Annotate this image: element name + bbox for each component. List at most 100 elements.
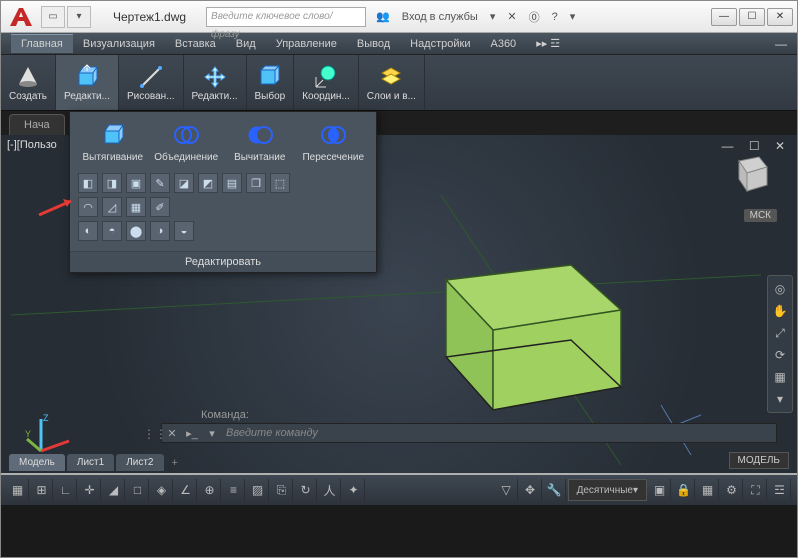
presspull-icon [73, 63, 101, 91]
tab-visualization[interactable]: Визуализация [73, 35, 165, 53]
nav-wheel-icon[interactable]: ◎ [771, 280, 789, 298]
tool-separate[interactable]: ◑ [150, 221, 170, 241]
sb-lwt-icon[interactable]: ≡ [223, 479, 245, 501]
app-logo[interactable] [5, 5, 37, 29]
tool-copy-edge[interactable]: ⬚ [270, 173, 290, 193]
close-button[interactable]: ✕ [767, 8, 793, 26]
qat-dropdown[interactable]: ▾ [67, 6, 91, 28]
cmd-handle-icon[interactable]: ⋮⋮ [143, 427, 167, 441]
sb-otrack-icon[interactable]: ∠ [175, 479, 197, 501]
nav-pan-icon[interactable]: ✋ [771, 302, 789, 320]
panel-edit2[interactable]: Редакти... [184, 55, 247, 110]
tool-color-face[interactable]: ▤ [222, 173, 242, 193]
nav-orbit-icon[interactable]: ⟳ [771, 346, 789, 364]
tab-addins[interactable]: Надстройки [400, 35, 480, 53]
signin-label[interactable]: Вход в службы [398, 9, 482, 25]
layout-tab-2[interactable]: Лист2 [116, 454, 163, 471]
tool-offset-face[interactable]: ✎ [150, 173, 170, 193]
signin-dropdown-icon[interactable]: ▾ [486, 8, 500, 25]
sb-clean-icon[interactable]: ⛶ [745, 479, 767, 501]
sb-gizmo-icon[interactable]: ✥ [520, 479, 542, 501]
panel-edit[interactable]: Редакти... [56, 55, 119, 110]
command-input[interactable]: Введите команду [222, 427, 776, 439]
panel-select[interactable]: Выбор [247, 55, 295, 110]
tool-color-edge[interactable]: ▦ [126, 197, 146, 217]
sb-snap-icon[interactable]: ⊞ [31, 479, 53, 501]
sb-units[interactable]: Десятичные ▾ [568, 479, 647, 501]
tool-fillet-edge[interactable]: ◠ [78, 197, 98, 217]
layout-tab-model[interactable]: Модель [9, 454, 65, 471]
sb-dyn-icon[interactable]: ⊕ [199, 479, 221, 501]
tab-overflow-icon[interactable]: ▸▸ ☲ [526, 34, 570, 53]
panel-coord[interactable]: Координ... [294, 55, 359, 110]
infocenter-icon[interactable]: 👥 [372, 8, 394, 25]
help-icon[interactable]: ? [548, 9, 562, 25]
tab-view[interactable]: Вид [226, 35, 266, 53]
sb-tran-icon[interactable]: ▨ [247, 479, 269, 501]
command-area: Команда: ⋮⋮ ✕ ▸_ ▾ Введите команду [161, 407, 777, 443]
exchange-icon[interactable]: ✕ [503, 8, 520, 25]
sb-3dosnap-icon[interactable]: ◈ [151, 479, 173, 501]
cloud-icon[interactable]: ⓪ [525, 7, 544, 27]
new-doc-icon[interactable]: ▭ [41, 6, 65, 28]
tab-output[interactable]: Вывод [347, 35, 400, 53]
tool-imprint[interactable]: ✐ [150, 197, 170, 217]
tab-insert[interactable]: Вставка [165, 35, 226, 53]
file-tab-start[interactable]: Нача [9, 114, 65, 135]
command-line[interactable]: ⋮⋮ ✕ ▸_ ▾ Введите команду [161, 423, 777, 443]
tool-clean[interactable]: ◒ [174, 221, 194, 241]
tool-extrude-face[interactable]: ◧ [78, 173, 98, 193]
cmd-subtract[interactable]: Вычитание [224, 120, 296, 163]
tool-move-face[interactable]: ▣ [126, 173, 146, 193]
nav-show-icon[interactable]: ▦ [771, 368, 789, 386]
tool-taper-face[interactable]: ◨ [102, 173, 122, 193]
nav-zoom-icon[interactable]: ⤢ [771, 324, 789, 342]
tool-copy-face[interactable]: ❐ [246, 173, 266, 193]
sb-custom-icon[interactable]: ☲ [769, 479, 791, 501]
panel-layers[interactable]: Слои и в... [359, 55, 425, 110]
tool-shell[interactable]: ⬤ [126, 221, 146, 241]
layout-tab-1[interactable]: Лист1 [67, 454, 114, 471]
panel-draw[interactable]: Рисован... [119, 55, 184, 110]
nav-more-icon[interactable]: ▾ [771, 390, 789, 408]
dropdown-footer[interactable]: Редактировать [70, 251, 376, 272]
cmd-recent-icon[interactable]: ▾ [202, 427, 222, 440]
tool-rotate-face[interactable]: ◩ [198, 173, 218, 193]
sb-polar-icon[interactable]: ✛ [79, 479, 101, 501]
tab-home[interactable]: Главная [11, 34, 73, 53]
ribbon-min-icon[interactable]: — [765, 34, 797, 54]
viewcube[interactable] [725, 149, 773, 197]
sb-iso2-icon[interactable]: ▦ [697, 479, 719, 501]
sb-grid-icon[interactable]: ▦ [7, 479, 29, 501]
sb-hw-icon[interactable]: ⚙ [721, 479, 743, 501]
help-dropdown-icon[interactable]: ▾ [566, 8, 580, 25]
cmd-intersect[interactable]: Пересечение [297, 120, 369, 163]
sb-ws-icon[interactable]: ✦ [343, 479, 365, 501]
sb-sc-icon[interactable]: ↻ [295, 479, 317, 501]
statusbar: ▦ ⊞ ∟ ✛ ◢ □ ◈ ∠ ⊕ ≡ ▨ ⎘ ↻ 人 ✦ ▽ ✥ 🔧 Деся… [1, 473, 797, 505]
sb-tool-icon[interactable]: 🔧 [544, 479, 566, 501]
tab-manage[interactable]: Управление [266, 35, 347, 53]
sb-filter-icon[interactable]: ▽ [496, 479, 518, 501]
tool-delete-face[interactable]: ◪ [174, 173, 194, 193]
cmd-presspull[interactable]: Вытягивание [77, 120, 149, 163]
model-badge[interactable]: МОДЕЛЬ [729, 452, 789, 469]
ucs-label[interactable]: МСК [744, 209, 777, 222]
sb-ortho-icon[interactable]: ∟ [55, 479, 77, 501]
tab-a360[interactable]: A360 [480, 35, 526, 53]
sb-ann-icon[interactable]: 人 [319, 479, 341, 501]
sb-qp2-icon[interactable]: ▣ [649, 479, 671, 501]
sb-osnap-icon[interactable]: □ [127, 479, 149, 501]
cmd-union[interactable]: Объединение [150, 120, 222, 163]
panel-create[interactable]: Создать [1, 55, 56, 110]
tool-slice[interactable]: ◐ [78, 221, 98, 241]
maximize-button[interactable]: ☐ [739, 8, 765, 26]
sb-lock-icon[interactable]: 🔒 [673, 479, 695, 501]
tool-chamfer-edge[interactable]: ◿ [102, 197, 122, 217]
minimize-button[interactable]: — [711, 8, 737, 26]
sb-iso-icon[interactable]: ◢ [103, 479, 125, 501]
tool-thicken[interactable]: ◓ [102, 221, 122, 241]
sb-qp-icon[interactable]: ⎘ [271, 479, 293, 501]
search-input[interactable]: Введите ключевое слово/фразу [206, 7, 366, 27]
layout-add-icon[interactable]: + [166, 455, 184, 471]
